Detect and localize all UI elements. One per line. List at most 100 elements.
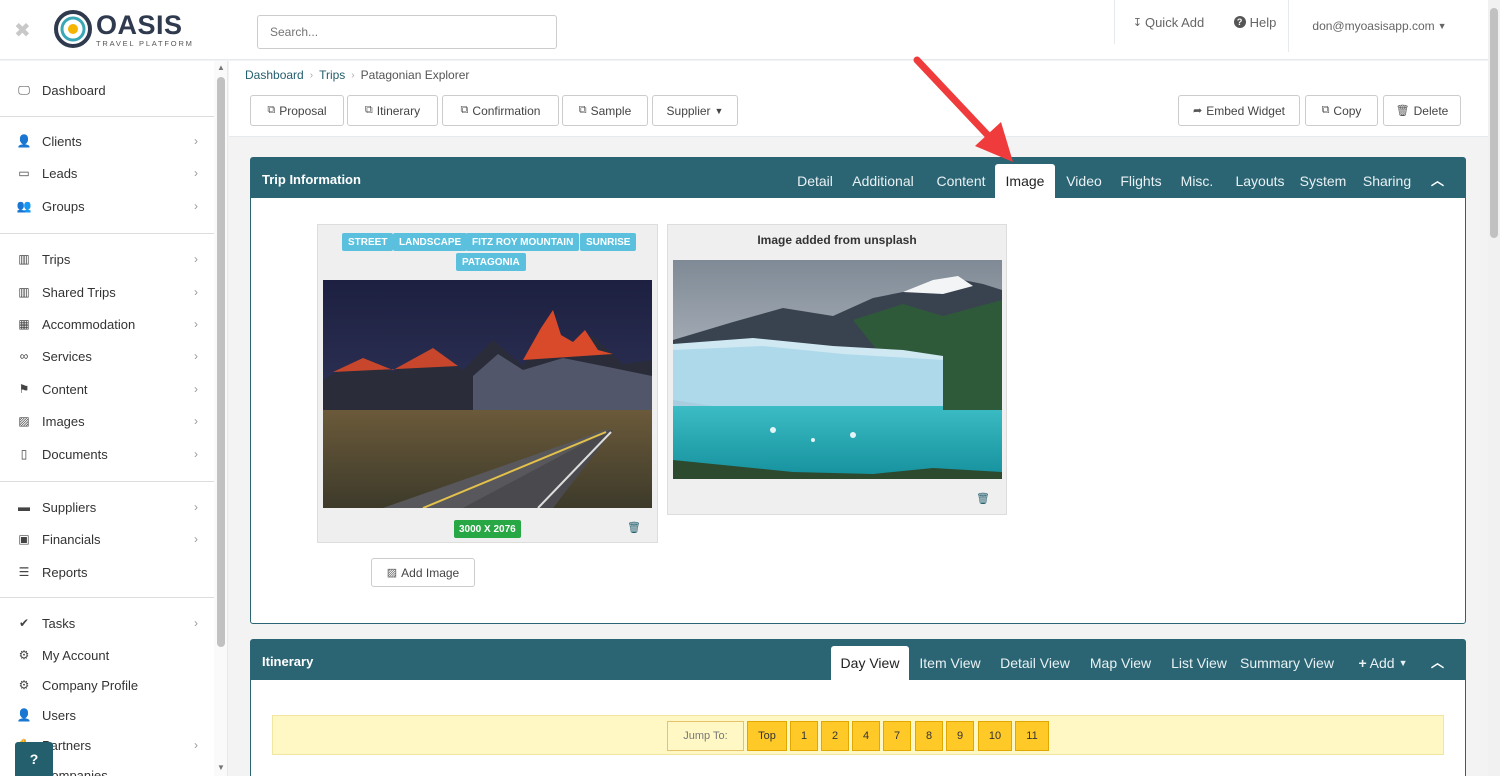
sidebar-item-accommodation[interactable]: ▦ Accommodation › — [0, 309, 212, 339]
quick-add-button[interactable]: ↧ Quick Add — [1114, 0, 1222, 44]
tab-system[interactable]: System — [1295, 164, 1351, 198]
itinerary-button[interactable]: ⧉ Itinerary — [347, 95, 438, 126]
sidebar-item-financials[interactable]: ▣ Financials › — [0, 524, 212, 554]
sidebar-item-services[interactable]: ∞ Services › — [0, 341, 212, 371]
chevron-right-icon: › — [194, 500, 198, 514]
close-icon[interactable]: ✖ — [14, 18, 31, 43]
sidebar-scrollbar[interactable]: ▲ ▼ — [214, 61, 227, 776]
tab-detail-view[interactable]: Detail View — [995, 646, 1075, 680]
trash-icon: 🗑 — [1395, 105, 1410, 117]
external-link-icon: ⧉ — [460, 104, 469, 116]
sidebar: 🖵 Dashboard 👤 Clients › ▭ Leads › 👥 Grou… — [0, 61, 228, 776]
sidebar-item-label: Accommodation — [42, 316, 136, 332]
logo-text: OASIS — [96, 10, 183, 40]
breadcrumb-dashboard[interactable]: Dashboard — [245, 68, 304, 82]
jump-top-button[interactable]: Top — [747, 721, 787, 751]
suitcase-icon: ▥ — [18, 285, 30, 299]
tab-item-view[interactable]: Item View — [913, 646, 987, 680]
proposal-button[interactable]: ⧉ Proposal — [250, 95, 344, 126]
jump-day-button[interactable]: 8 — [915, 721, 943, 751]
tab-misc[interactable]: Misc. — [1172, 164, 1222, 198]
caret-down-icon: ▼ — [1437, 21, 1447, 31]
image-icon: ▨ — [386, 567, 398, 579]
annotation-arrow — [913, 56, 1013, 162]
jump-day-button[interactable]: 4 — [852, 721, 880, 751]
sidebar-item-my-account[interactable]: ⚙ My Account — [0, 640, 212, 670]
jump-day-button[interactable]: 10 — [978, 721, 1012, 751]
help-float-button[interactable]: ? — [15, 742, 53, 776]
sample-button[interactable]: ⧉ Sample — [562, 95, 648, 126]
chevron-right-icon: › — [194, 285, 198, 299]
sidebar-item-company-profile[interactable]: ⚙ Company Profile — [0, 670, 212, 700]
delete-button[interactable]: 🗑 Delete — [1383, 95, 1461, 126]
jump-day-button[interactable]: 9 — [946, 721, 974, 751]
add-label: Add — [1369, 655, 1395, 671]
tab-summary-view[interactable]: Summary View — [1239, 646, 1335, 680]
confirmation-button[interactable]: ⧉ Confirmation — [442, 95, 559, 126]
tab-detail[interactable]: Detail — [787, 164, 843, 198]
sidebar-item-reports[interactable]: ☰ Reports — [0, 557, 212, 587]
tab-list-view[interactable]: List View — [1165, 646, 1233, 680]
panel-title: Trip Information — [262, 172, 361, 187]
image-dimensions-badge: 3000 X 2076 — [454, 520, 521, 538]
add-dropdown[interactable]: + Add ▼ — [1351, 646, 1415, 680]
copy-button[interactable]: ⧉ Copy — [1305, 95, 1378, 126]
sidebar-item-leads[interactable]: ▭ Leads › — [0, 158, 212, 188]
image-caption: Image added from unsplash — [757, 233, 917, 247]
tab-map-view[interactable]: Map View — [1083, 646, 1158, 680]
chevron-right-icon: › — [194, 382, 198, 396]
image-tag: LANDSCAPE — [393, 233, 468, 251]
sidebar-item-label: Dashboard — [42, 82, 106, 98]
chevron-right-icon: › — [194, 349, 198, 363]
sidebar-item-dashboard[interactable]: 🖵 Dashboard — [0, 75, 212, 105]
proposal-label: Proposal — [279, 103, 327, 118]
supplier-label: Supplier — [666, 103, 711, 118]
trash-icon[interactable]: 🗑 — [976, 492, 990, 505]
jump-day-button[interactable]: 2 — [821, 721, 849, 751]
image-icon: ▨ — [18, 414, 30, 428]
sidebar-item-content[interactable]: ⚑ Content › — [0, 374, 212, 404]
sidebar-item-label: Suppliers — [42, 499, 97, 515]
scroll-down-icon[interactable]: ▼ — [217, 763, 225, 772]
building-icon: ▦ — [18, 317, 30, 331]
tab-layouts[interactable]: Layouts — [1228, 164, 1292, 198]
sidebar-item-suppliers[interactable]: ▬ Suppliers › — [0, 492, 212, 522]
jump-day-button[interactable]: 1 — [790, 721, 818, 751]
scroll-up-icon[interactable]: ▲ — [217, 63, 225, 72]
chevron-right-icon: › — [194, 134, 198, 148]
sidebar-item-trips[interactable]: ▥ Trips › — [0, 244, 212, 274]
pdf-icon: ▯ — [20, 447, 28, 461]
sidebar-item-users[interactable]: 👤 Users — [0, 700, 212, 730]
collapse-icon[interactable]: ︿ — [1431, 652, 1444, 671]
help-button[interactable]: ? Help — [1222, 0, 1288, 44]
image-tag: SUNRISE — [580, 233, 637, 251]
tab-flights[interactable]: Flights — [1115, 164, 1167, 198]
embed-widget-button[interactable]: ➦ Embed Widget — [1178, 95, 1300, 126]
supplier-dropdown[interactable]: Supplier ▼ — [652, 95, 738, 126]
jump-day-button[interactable]: 11 — [1015, 721, 1049, 751]
tab-sharing[interactable]: Sharing — [1359, 164, 1415, 198]
jump-day-button[interactable]: 7 — [883, 721, 911, 751]
sidebar-item-shared-trips[interactable]: ▥ Shared Trips › — [0, 277, 212, 307]
user-menu[interactable]: don@myoasisapp.com ▼ — [1288, 0, 1470, 52]
sidebar-item-clients[interactable]: 👤 Clients › — [0, 126, 212, 156]
sidebar-item-groups[interactable]: 👥 Groups › — [0, 191, 212, 221]
search-input[interactable] — [257, 15, 557, 49]
chevron-right-icon: › — [194, 616, 198, 630]
caret-down-icon: ▼ — [714, 105, 724, 116]
sidebar-item-documents[interactable]: ▯ Documents › — [0, 439, 212, 469]
collapse-icon[interactable]: ︿ — [1431, 170, 1444, 189]
sidebar-item-label: Financials — [42, 531, 101, 547]
breadcrumb-trips[interactable]: Trips — [319, 68, 345, 82]
page-scrollbar[interactable] — [1488, 0, 1500, 776]
chevron-right-icon: › — [309, 69, 314, 81]
glacier-image[interactable] — [673, 260, 1002, 479]
tab-day-view[interactable]: Day View — [831, 646, 909, 680]
mountain-road-image[interactable] — [323, 280, 652, 508]
sidebar-item-tasks[interactable]: ✔ Tasks › — [0, 608, 212, 638]
trash-icon[interactable]: 🗑 — [627, 521, 641, 534]
sidebar-item-images[interactable]: ▨ Images › — [0, 406, 212, 436]
tab-video[interactable]: Video — [1059, 164, 1109, 198]
logo[interactable]: OASIS TRAVEL PLATFORM — [54, 9, 194, 51]
add-image-button[interactable]: ▨ Add Image — [371, 558, 475, 587]
